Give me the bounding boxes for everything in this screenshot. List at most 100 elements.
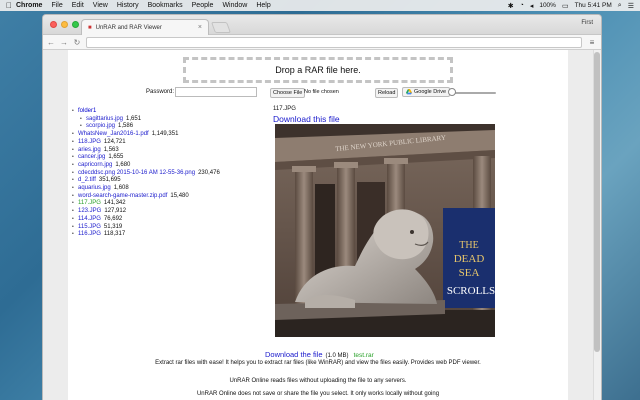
file-size: 1,149,351 <box>151 131 179 138</box>
back-arrow-icon[interactable]: ← <box>47 38 55 47</box>
file-tree-item: • folder1 <box>72 108 220 116</box>
file-size: 1,680 <box>115 161 131 168</box>
file-tree-item: • 117.JPG 141,342 <box>72 200 220 208</box>
download-this-file-link[interactable]: Download this file <box>273 114 340 124</box>
download-filename[interactable]: test.rar <box>354 352 374 359</box>
notification-center-icon[interactable]: ☰ <box>628 2 634 10</box>
profile-button[interactable]: First <box>581 20 593 26</box>
banner-text-sea: SEA <box>459 267 480 279</box>
file-tree: • folder1 • sagittarius.jpg 1,651 • scorpio.jp… <box>72 108 220 239</box>
menubar-clock[interactable]: Thu 5:41 PM <box>575 2 612 9</box>
window-controls <box>50 21 79 28</box>
file-link[interactable]: word-search-game-master.zip.pdf <box>78 193 167 201</box>
tab-title: UnRAR and RAR Viewer <box>95 24 162 31</box>
file-link[interactable]: cancer.jpg <box>78 154 105 162</box>
file-tree-item: • 118.JPG 124,721 <box>72 139 220 147</box>
page-scrollbar-thumb[interactable] <box>594 52 600 352</box>
minimize-window-button[interactable] <box>61 21 68 28</box>
file-size: 1,608 <box>113 185 129 192</box>
file-link[interactable]: 115.JPG <box>78 224 101 232</box>
menu-help[interactable]: Help <box>256 2 270 9</box>
banner-text-the: THE <box>459 240 478 251</box>
zoom-window-button[interactable] <box>72 21 79 28</box>
file-link[interactable]: sagittarius.jpg <box>86 116 123 124</box>
password-label: Password: <box>146 89 175 95</box>
file-tree-item: • word-search-game-master.zip.pdf 15,480 <box>72 193 220 201</box>
preview-filename: 117.JPG <box>273 106 296 112</box>
file-tree-item: • 116.JPG 118,317 <box>72 231 220 239</box>
file-tree-item: • sagittarius.jpg 1,651 <box>72 116 220 124</box>
file-size: 15,480 <box>170 192 189 199</box>
menu-file[interactable]: File <box>51 2 62 9</box>
file-link[interactable]: 117.JPG <box>78 200 101 208</box>
unrar-page: Drop a RAR file here. Password: Choose F… <box>68 50 568 400</box>
file-tree-item: • 114.JPG 76,692 <box>72 216 220 224</box>
menu-history[interactable]: History <box>117 2 139 9</box>
rar-dropzone[interactable]: Drop a RAR file here. <box>183 57 453 83</box>
download-size: (1.0 MB) <box>325 353 349 359</box>
file-size: 51,319 <box>103 223 123 230</box>
tab-close-icon[interactable]: × <box>198 24 202 31</box>
volume-icon[interactable]: ◂ <box>530 2 534 10</box>
google-drive-icon <box>406 89 412 95</box>
file-size: 230,476 <box>198 169 220 176</box>
menu-view[interactable]: View <box>93 2 108 9</box>
menu-app-name[interactable]: Chrome <box>16 2 42 9</box>
description-line-1: Extract rar files with ease! It helps yo… <box>155 360 481 366</box>
file-link[interactable]: cdecddsc.png 2015-10-16 AM 12-55-36.png <box>78 170 195 178</box>
reload-icon[interactable]: ↻ <box>73 38 81 47</box>
banner-text-scrolls: SCROLLS <box>447 285 495 297</box>
folder-name[interactable]: folder1 <box>78 108 96 116</box>
tab-favicon-icon: ■ <box>88 24 92 31</box>
browser-toolbar: ← → ↻ ≡ <box>43 35 601 50</box>
bluetooth-icon[interactable]: ✱ <box>508 2 514 10</box>
file-link[interactable]: aquarius.jpg <box>78 185 111 193</box>
page-viewport: Drop a RAR file here. Password: Choose F… <box>43 50 601 400</box>
file-link[interactable]: 116.JPG <box>78 231 101 239</box>
reload-button[interactable]: Reload <box>375 88 399 98</box>
download-the-file-link[interactable]: Download the file <box>265 350 323 359</box>
password-input[interactable] <box>175 87 257 97</box>
close-window-button[interactable] <box>50 21 57 28</box>
file-size: 1,655 <box>108 154 124 161</box>
menu-edit[interactable]: Edit <box>72 2 84 9</box>
browser-tab[interactable]: ■ UnRAR and RAR Viewer × <box>81 19 209 35</box>
menu-window[interactable]: Window <box>222 2 247 9</box>
description-line-2: UnRAR Online reads files without uploadi… <box>229 378 407 384</box>
spotlight-icon[interactable]: ⌕ <box>618 2 622 10</box>
chrome-menu-icon[interactable]: ≡ <box>587 38 597 47</box>
file-size: 127,912 <box>104 208 127 215</box>
file-link[interactable]: 123.JPG <box>78 208 101 216</box>
file-link[interactable]: 118.JPG <box>78 139 101 147</box>
file-link[interactable]: WhatsNew_Jan2016-1.pdf <box>78 131 149 139</box>
download-footer: Download the file (1.0 MB) test.rar <box>265 350 374 359</box>
google-drive-button[interactable]: Google Drive <box>402 87 451 97</box>
wifi-icon[interactable]: ◔ <box>520 2 524 9</box>
file-link[interactable]: scorpio.jpg <box>86 123 115 131</box>
menu-people[interactable]: People <box>192 2 214 9</box>
apple-icon[interactable]:  <box>6 1 16 10</box>
macos-menubar:  Chrome File Edit View History Bookmark… <box>0 0 640 11</box>
file-tree-item: • 115.JPG 51,319 <box>72 224 220 232</box>
file-link[interactable]: capricorn.jpg <box>78 162 112 170</box>
file-link[interactable]: aries.jpg <box>78 147 101 155</box>
file-tree-item: • WhatsNew_Jan2016-1.pdf 1,149,351 <box>72 131 220 139</box>
browser-titlebar: ■ UnRAR and RAR Viewer × First <box>43 15 601 35</box>
no-file-label: No file chosen <box>304 89 339 95</box>
status-area: ✱ ◔ ◂ 100% ▭ Thu 5:41 PM ⌕ ☰ <box>508 2 634 10</box>
file-size: 124,721 <box>103 138 126 145</box>
address-bar[interactable] <box>86 36 582 48</box>
file-tree-item: • cancer.jpg 1,655 <box>72 154 220 162</box>
forward-arrow-icon[interactable]: → <box>60 38 68 47</box>
file-size: 351,695 <box>98 177 121 184</box>
file-size: 1,563 <box>103 146 119 153</box>
menu-bookmarks[interactable]: Bookmarks <box>148 2 183 9</box>
file-link[interactable]: d_2.tiff <box>78 177 96 185</box>
zoom-slider-handle[interactable] <box>448 88 456 96</box>
new-tab-button[interactable] <box>210 22 232 33</box>
file-link[interactable]: 114.JPG <box>78 216 101 224</box>
choose-file-button[interactable]: Choose File <box>270 88 306 98</box>
battery-icon[interactable]: ▭ <box>562 2 569 10</box>
zoom-slider-track[interactable] <box>450 92 496 94</box>
page-scrollbar[interactable] <box>593 50 601 400</box>
